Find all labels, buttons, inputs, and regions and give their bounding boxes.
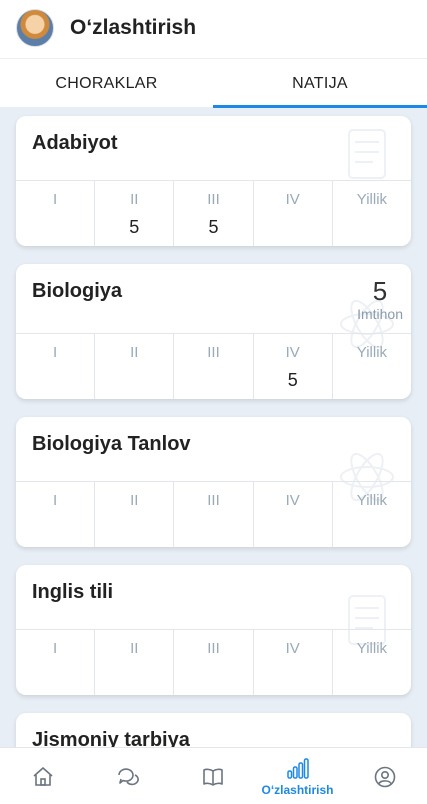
subject-card[interactable]: Biologiya Tanlov I II III IV Yillik [16, 417, 411, 547]
grade-cell: III 5 [174, 181, 254, 246]
grade-cell: IV [254, 482, 333, 547]
subject-card[interactable]: Biologiya 5 Imtihon I II III IV 5 Yillik [16, 264, 411, 399]
grade-cell: IV 5 [254, 334, 333, 399]
subject-card[interactable]: Jismoniy tarbiya [16, 713, 411, 747]
bottom-navigation: O‘zlashtirish [0, 747, 427, 804]
subject-name: Jismoniy tarbiya [32, 729, 190, 747]
subject-name: Biologiya [32, 280, 123, 302]
grade-cell: Yillik [356, 344, 388, 361]
grade-cell: I [16, 181, 96, 246]
grade-cell: Yillik [356, 191, 388, 208]
notebook-watermark-icon [348, 129, 386, 179]
nav-home[interactable] [0, 748, 85, 804]
nav-progress-label: O‘zlashtirish [261, 782, 334, 797]
page-title: O‘zlashtirish [70, 16, 197, 39]
nav-book[interactable] [170, 748, 255, 804]
profile-icon [374, 766, 395, 787]
app-header: O‘zlashtirish [0, 0, 427, 58]
grade-cell: II [95, 482, 175, 547]
nav-chat[interactable] [85, 748, 170, 804]
grade-cell: IV [254, 630, 333, 695]
grades-grid: I II III IV 5 Yillik [16, 333, 411, 399]
grade-cell: Yillik [356, 640, 388, 657]
grade-cell: III [174, 630, 254, 695]
grade-cell: I [16, 630, 96, 695]
subject-card[interactable]: Adabiyot I II 5 III 5 IV Yillik [16, 116, 411, 246]
grade-cell: I [16, 482, 96, 547]
exam-label: Imtihon [357, 306, 403, 322]
avatar[interactable] [16, 9, 54, 47]
grade-cell: III [174, 482, 254, 547]
book-icon [202, 768, 223, 786]
grades-grid: I II III IV Yillik [16, 481, 411, 547]
tab-choraklar[interactable]: CHORAKLAR [0, 59, 213, 108]
grade-cell: II 5 [95, 181, 175, 246]
grade-cell: I [16, 334, 96, 399]
subject-card[interactable]: Inglis tili I II III IV Yillik [16, 565, 411, 695]
grade-cell: IV [254, 181, 333, 246]
nav-progress[interactable]: O‘zlashtirish [255, 748, 340, 804]
chat-icon [117, 767, 139, 785]
nav-profile[interactable] [342, 748, 427, 804]
tab-bar: CHORAKLAR NATIJA [0, 58, 427, 108]
grade-cell: II [95, 334, 175, 399]
grade-cell: II [95, 630, 175, 695]
subject-name: Adabiyot [32, 132, 118, 154]
subject-name: Inglis tili [32, 581, 114, 603]
grade-cell: Yillik [356, 492, 388, 509]
grade-cell: III [174, 334, 254, 399]
grades-grid: I II III IV Yillik [16, 629, 411, 695]
exam-result: 5 Imtihon [357, 276, 403, 322]
exam-grade: 5 [372, 276, 388, 306]
subjects-list[interactable]: Adabiyot I II 5 III 5 IV Yillik Biologiya … [0, 107, 427, 747]
tab-natija[interactable]: NATIJA [213, 59, 427, 108]
bar-chart-icon [286, 757, 309, 779]
home-icon [32, 766, 53, 786]
subject-name: Biologiya Tanlov [32, 433, 191, 455]
grades-grid: I II 5 III 5 IV Yillik [16, 180, 411, 246]
